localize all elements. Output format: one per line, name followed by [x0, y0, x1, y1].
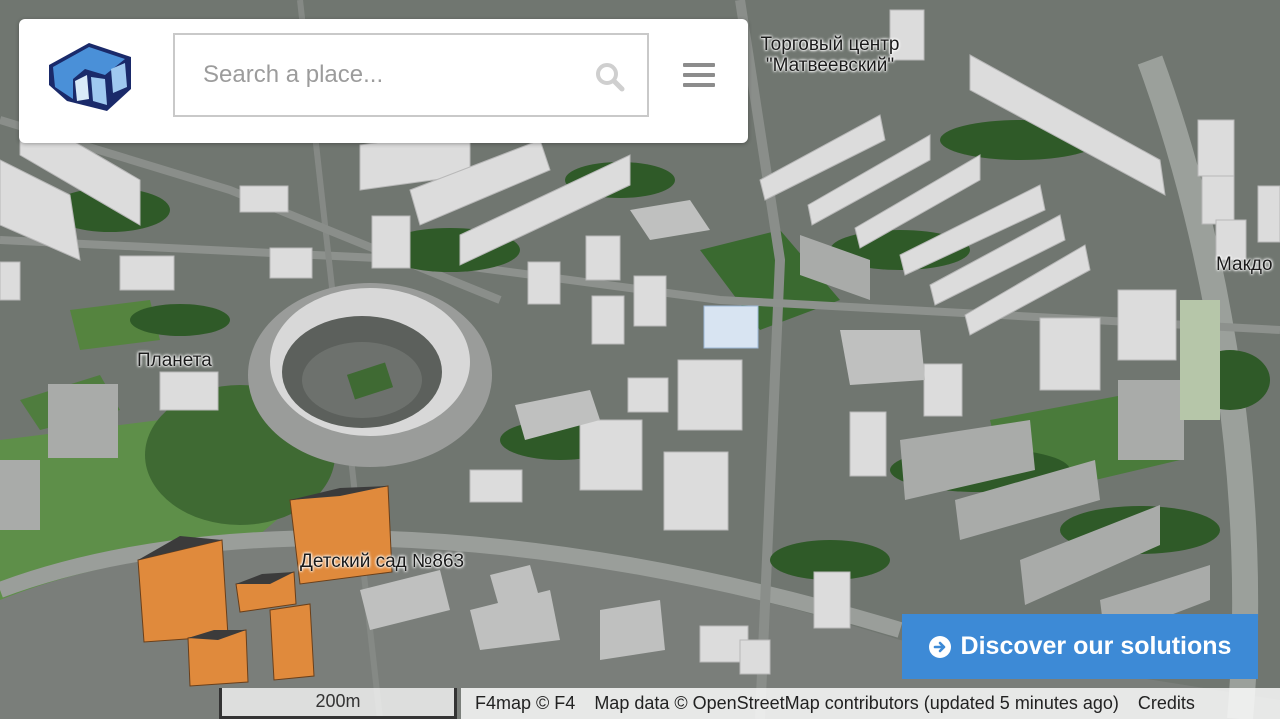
credits-link[interactable]: Credits	[1138, 693, 1195, 713]
arrow-circle-right-icon	[928, 635, 951, 658]
f4map-attribution-link[interactable]: F4map © F4	[475, 693, 575, 713]
header-panel	[19, 19, 748, 143]
search-input[interactable]	[189, 35, 593, 115]
discover-button-label: Discover our solutions	[960, 632, 1232, 660]
map-label-line: Торговый центр	[760, 34, 900, 55]
f4map-logo-icon[interactable]	[45, 35, 135, 113]
map-label-planeta[interactable]: Планета	[137, 350, 212, 371]
map-label-shopping-center[interactable]: Торговый центр "Матвеевский"	[740, 34, 920, 76]
scale-bar: 200m	[219, 688, 457, 719]
osm-attribution-link[interactable]: Map data © OpenStreetMap contributors (u…	[594, 693, 1119, 713]
map-label-mcdonalds[interactable]: Макдо	[1216, 254, 1273, 275]
attribution-bar: F4map © F4 Map data © OpenStreetMap cont…	[461, 688, 1280, 719]
map-label-line: "Матвеевский"	[765, 55, 895, 76]
search-icon[interactable]	[595, 62, 625, 92]
map-label-kindergarten[interactable]: Детский сад №863	[300, 551, 464, 572]
discover-solutions-button[interactable]: Discover our solutions	[902, 614, 1258, 679]
hamburger-menu-icon[interactable]	[683, 63, 715, 89]
search-box[interactable]	[173, 33, 649, 117]
